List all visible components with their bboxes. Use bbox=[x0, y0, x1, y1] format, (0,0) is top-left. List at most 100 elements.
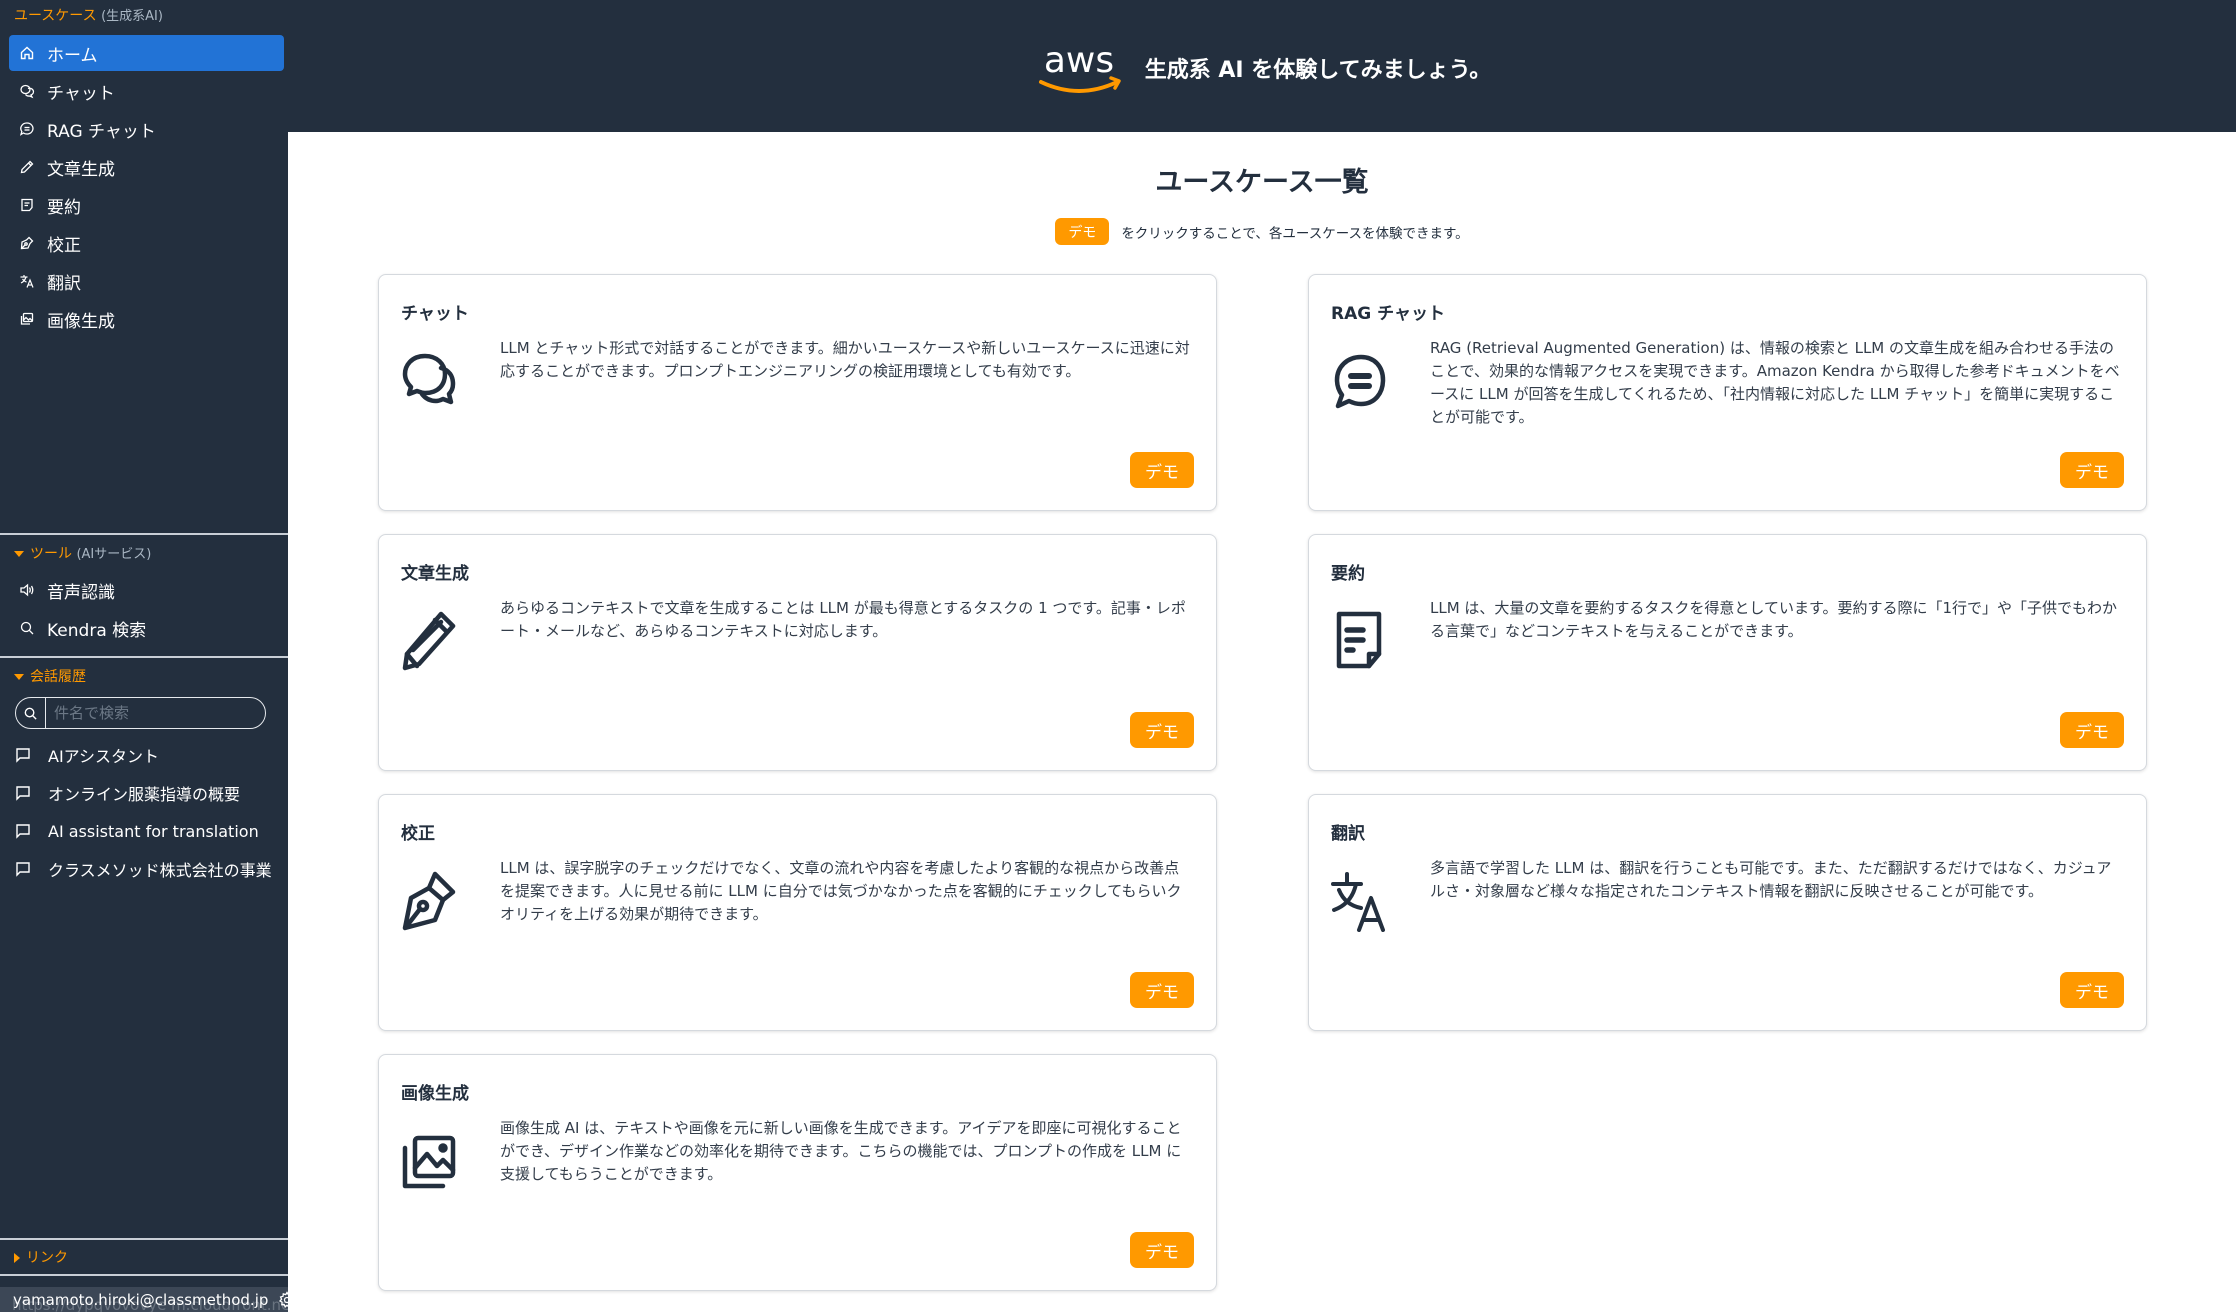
sidebar-item-image-generation[interactable]: 画像生成 bbox=[9, 301, 284, 337]
translate-icon bbox=[1331, 865, 1387, 935]
links-section-toggle[interactable]: リンク bbox=[14, 1247, 68, 1267]
history-search-input[interactable] bbox=[46, 704, 265, 722]
history-item[interactable]: オンライン服薬指導の概要 bbox=[14, 778, 284, 808]
demo-button-summarize[interactable]: デモ bbox=[2060, 712, 2124, 748]
card-title: RAG チャット bbox=[1331, 304, 1445, 324]
usecase-card-text-generation: 文章生成 あらゆるコンテキストで文章を生成することは LLM が最も得意とするタ… bbox=[378, 534, 1217, 771]
sidebar-item-kendra-search[interactable]: Kendra 検索 bbox=[9, 610, 284, 646]
history-section-label: 会話履歴 bbox=[30, 669, 86, 685]
history-item-label: クラスメソッド株式会社の事業 bbox=[48, 861, 272, 880]
images-icon bbox=[401, 1125, 457, 1195]
sidebar-item-proofread[interactable]: 校正 bbox=[9, 225, 284, 261]
usecase-card-rag-chat: RAG チャット RAG (Retrieval Augmented Genera… bbox=[1308, 274, 2147, 511]
search-icon bbox=[19, 620, 35, 636]
sidebar-item-label: Kendra 検索 bbox=[47, 620, 147, 641]
usecase-section-title: ユースケース (生成系AI) bbox=[14, 5, 163, 25]
pencil-icon bbox=[19, 159, 35, 175]
aws-logo: aws bbox=[1033, 38, 1125, 98]
intro-line: デモ をクリックすることで、各ユースケースを体験できます。 bbox=[288, 218, 2236, 245]
home-icon bbox=[19, 45, 35, 61]
chat-outline-icon bbox=[14, 822, 32, 840]
history-section-toggle[interactable]: 会話履歴 bbox=[14, 666, 86, 686]
demo-button-text-generation[interactable]: デモ bbox=[1130, 712, 1194, 748]
chat-outline-icon bbox=[14, 784, 32, 802]
sidebar-item-translate[interactable]: 翻訳 bbox=[9, 263, 284, 299]
history-item-label: AI assistant for translation bbox=[48, 821, 259, 841]
card-description: あらゆるコンテキストで文章を生成することは LLM が最も得意とするタスクの 1… bbox=[500, 599, 1186, 640]
page-title: ユースケース一覧 bbox=[1155, 167, 1369, 198]
chat-lines-icon bbox=[19, 121, 35, 137]
demo-button-image-generation[interactable]: デモ bbox=[1130, 1232, 1194, 1268]
sidebar-item-label: RAG チャット bbox=[47, 121, 156, 142]
links-section-label: リンク bbox=[26, 1250, 68, 1266]
sidebar-item-label: 文章生成 bbox=[47, 159, 115, 180]
history-search bbox=[15, 697, 266, 729]
document-icon bbox=[19, 197, 35, 213]
demo-button-proofread[interactable]: デモ bbox=[1130, 972, 1194, 1008]
card-description: LLM は、大量の文章を要約するタスクを得意としています。要約する際に「1行で」… bbox=[1430, 599, 2118, 640]
chat-bubbles-icon bbox=[401, 345, 457, 415]
history-item-label: AIアシスタント bbox=[48, 747, 160, 766]
card-title: 文章生成 bbox=[401, 564, 469, 584]
sidebar-item-summarize[interactable]: 要約 bbox=[9, 187, 284, 223]
sidebar-divider bbox=[0, 533, 288, 535]
chat-lines-icon bbox=[1331, 345, 1387, 415]
aws-logo-text: aws bbox=[1044, 40, 1114, 81]
card-title: 校正 bbox=[401, 824, 435, 844]
sidebar-item-rag-chat[interactable]: RAG チャット bbox=[9, 111, 284, 147]
demo-button-chat[interactable]: デモ bbox=[1130, 452, 1194, 488]
card-title: チャット bbox=[401, 304, 469, 324]
chat-outline-icon bbox=[14, 860, 32, 878]
pen-nib-icon bbox=[19, 235, 35, 251]
pen-nib-icon bbox=[401, 865, 457, 935]
sidebar-item-text-generation[interactable]: 文章生成 bbox=[9, 149, 284, 185]
tools-section-toggle[interactable]: ツール (AIサービス) bbox=[14, 543, 151, 563]
demo-chip: デモ bbox=[1055, 218, 1110, 245]
main-content: ユースケース一覧 デモ をクリックすることで、各ユースケースを体験できます。 チ… bbox=[288, 132, 2236, 1312]
sidebar-divider bbox=[0, 1274, 288, 1276]
usecase-section-subtitle: (生成系AI) bbox=[101, 9, 163, 24]
gear-icon[interactable] bbox=[278, 1290, 293, 1309]
search-icon bbox=[16, 698, 46, 728]
usecase-card-translate: 翻訳 多言語で学習した LLM は、翻訳を行うことも可能です。また、ただ翻訳する… bbox=[1308, 794, 2147, 1031]
card-title: 画像生成 bbox=[401, 1084, 469, 1104]
sidebar-item-label: チャット bbox=[47, 83, 115, 104]
tools-section-label: ツール bbox=[30, 546, 72, 562]
demo-button-rag-chat[interactable]: デモ bbox=[2060, 452, 2124, 488]
card-description: RAG (Retrieval Augmented Generation) は、情… bbox=[1430, 339, 2120, 426]
card-title: 翻訳 bbox=[1331, 824, 1365, 844]
user-email: yamamoto.hiroki@classmethod.jp bbox=[13, 1290, 269, 1309]
tools-section-subtitle: (AIサービス) bbox=[76, 547, 152, 562]
card-title: 要約 bbox=[1331, 564, 1365, 584]
sidebar-item-label: 音声認識 bbox=[47, 582, 115, 603]
demo-button-translate[interactable]: デモ bbox=[2060, 972, 2124, 1008]
intro-text: をクリックすることで、各ユースケースを体験できます。 bbox=[1121, 225, 1469, 242]
usecase-card-summarize: 要約 LLM は、大量の文章を要約するタスクを得意としています。要約する際に「1… bbox=[1308, 534, 2147, 771]
usecase-card-chat: チャット LLM とチャット形式で対話することができます。細かいユースケースや新… bbox=[378, 274, 1217, 511]
history-item[interactable]: クラスメソッド株式会社の事業 bbox=[14, 854, 284, 884]
card-description: 画像生成 AI は、テキストや画像を元に新しい画像を生成できます。アイデアを即座… bbox=[500, 1119, 1182, 1183]
sidebar-item-label: 画像生成 bbox=[47, 311, 115, 332]
chat-outline-icon bbox=[14, 746, 32, 764]
caret-down-icon bbox=[14, 674, 24, 680]
sidebar-item-chat[interactable]: チャット bbox=[9, 73, 284, 109]
header-tagline: 生成系 AI を体験してみましょう。 bbox=[1144, 58, 1492, 83]
sidebar-item-label: 校正 bbox=[47, 235, 81, 256]
sidebar-item-speech-recognition[interactable]: 音声認識 bbox=[9, 572, 284, 608]
chat-bubbles-icon bbox=[19, 83, 35, 99]
sidebar-divider bbox=[0, 656, 288, 658]
sidebar-item-label: ホーム bbox=[47, 45, 98, 66]
card-description: 多言語で学習した LLM は、翻訳を行うことも可能です。また、ただ翻訳するだけで… bbox=[1430, 859, 2112, 900]
speaker-icon bbox=[19, 582, 35, 598]
history-item[interactable]: AI assistant for translation bbox=[14, 816, 284, 846]
images-icon bbox=[19, 311, 35, 327]
sidebar-item-home[interactable]: ホーム bbox=[9, 35, 284, 71]
sidebar-item-label: 要約 bbox=[47, 197, 81, 218]
card-description: LLM とチャット形式で対話することができます。細かいユースケースや新しいユース… bbox=[500, 339, 1190, 380]
sidebar-divider bbox=[0, 1238, 288, 1240]
usecase-card-image-generation: 画像生成 画像生成 AI は、テキストや画像を元に新しい画像を生成できます。アイ… bbox=[378, 1054, 1217, 1291]
caret-right-icon bbox=[14, 1253, 20, 1263]
sidebar: ユースケース (生成系AI) ホーム チャット RAG チャット 文章生成 要約 bbox=[0, 0, 293, 1312]
usecase-card-proofread: 校正 LLM は、誤字脱字のチェックだけでなく、文章の流れや内容を考慮したより客… bbox=[378, 794, 1217, 1031]
history-item[interactable]: AIアシスタント bbox=[14, 740, 284, 770]
